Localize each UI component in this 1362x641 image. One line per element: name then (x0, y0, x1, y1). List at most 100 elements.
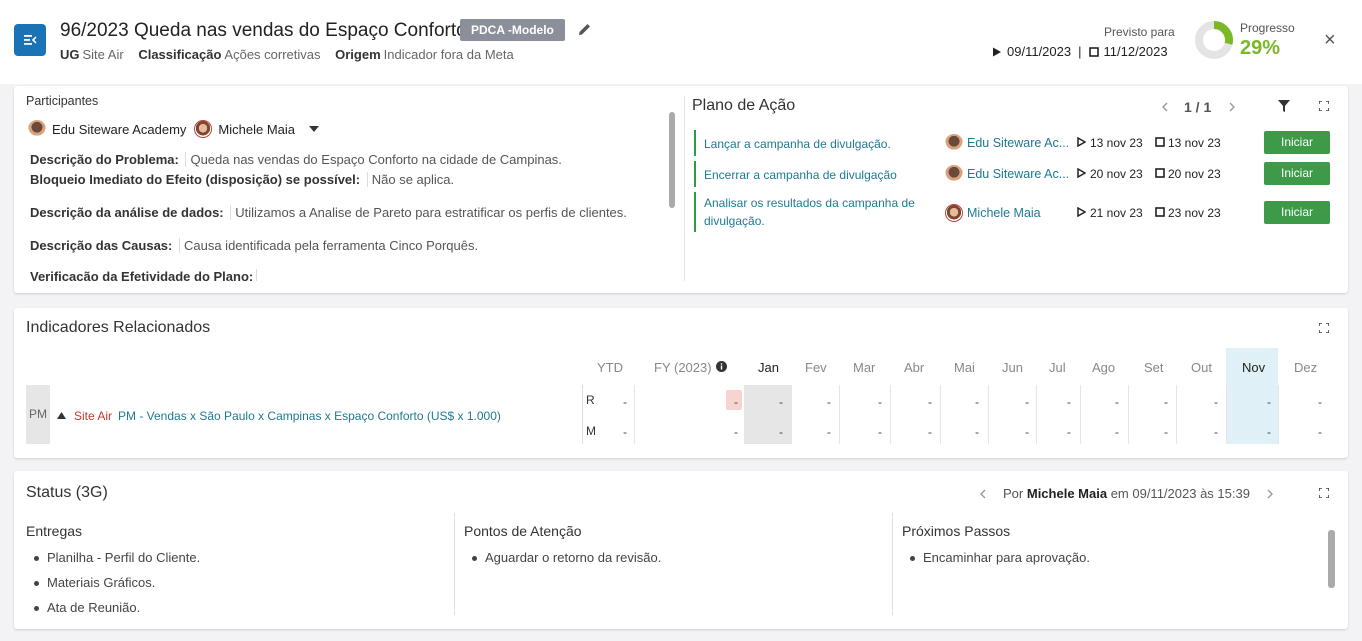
ug-label: UG (60, 47, 80, 62)
indicator-cell[interactable]: - (1067, 395, 1071, 409)
indicator-cell[interactable]: - (928, 425, 932, 439)
close-icon[interactable]: × (1324, 30, 1336, 50)
indicator-cell[interactable]: - (1025, 425, 1029, 439)
plan-pager: 1 / 1 (1184, 99, 1212, 115)
indicator-cell[interactable]: - (1164, 425, 1168, 439)
col-header: Ago (1092, 360, 1116, 375)
expand-icon[interactable] (1319, 101, 1329, 111)
task-link[interactable]: Analisar os resultados da campanha de di… (694, 192, 924, 232)
field-value[interactable]: Queda nas vendas do Espaço Conforto na c… (185, 152, 562, 167)
causes-description: Descrição das Causas: Causa identificada… (30, 238, 479, 253)
indicator-cell[interactable]: - (1214, 425, 1218, 439)
plan-title: Plano de Ação (692, 97, 796, 114)
filter-icon[interactable] (1278, 100, 1290, 112)
expand-icon[interactable] (1319, 323, 1329, 333)
indicator-cell[interactable]: - (1214, 395, 1218, 409)
play-icon (1077, 137, 1086, 147)
col-header: Set (1144, 360, 1164, 375)
grid-divider (1176, 385, 1177, 444)
task-end: 13 nov 23 (1168, 136, 1221, 150)
play-icon (1077, 207, 1086, 217)
chevron-right-icon[interactable] (1266, 489, 1274, 499)
status-author-line: Por Michele Maia em 09/11/2023 às 15:39 (1003, 486, 1250, 501)
row-realized: R (586, 393, 595, 407)
avatar (945, 204, 963, 222)
task-link[interactable]: Lançar a campanha de divulgação. (694, 130, 891, 156)
indicator-cell[interactable]: - (975, 395, 979, 409)
indicator-cell[interactable]: - (623, 425, 627, 439)
field-value[interactable]: Utilizamos a Analise de Pareto para estr… (230, 205, 627, 220)
indicator-cell[interactable]: - (1318, 395, 1322, 409)
start-date: 09/11/2023 (1007, 44, 1072, 59)
task-link[interactable]: Encerrar a campanha de divulgação (694, 161, 897, 187)
indicator-cell[interactable]: - (1267, 425, 1271, 439)
participants-list: Edu Siteware Academy Michele Maia (28, 120, 319, 138)
col-header: Dez (1294, 360, 1318, 375)
indicator-cell[interactable]: - (623, 395, 627, 409)
page-title: 96/2023 Queda nas vendas do Espaço Confo… (60, 20, 467, 41)
task-start: 13 nov 23 (1090, 136, 1143, 150)
stop-icon (1088, 46, 1099, 57)
indicator-cell[interactable]: - (1067, 425, 1071, 439)
stop-icon (1155, 207, 1165, 217)
indicator-cell[interactable]: - (734, 425, 738, 439)
origin-label: Origem (335, 47, 381, 62)
col-header: Jun (1002, 360, 1023, 375)
indicator-cell[interactable]: - (878, 395, 882, 409)
indicator-cell[interactable]: - (779, 395, 783, 409)
task-responsible[interactable]: Edu Siteware Ac... (967, 136, 1069, 150)
start-task-button[interactable]: Iniciar (1264, 131, 1330, 154)
start-task-button[interactable]: Iniciar (1264, 201, 1330, 224)
field-label: Verificação da Efetividade do Plano: (30, 269, 254, 281)
caret-down-icon[interactable] (309, 125, 319, 133)
expand-icon[interactable] (1319, 488, 1329, 498)
chevron-right-icon[interactable] (1228, 102, 1236, 112)
indicator-cell[interactable]: - (779, 425, 783, 439)
field-value[interactable]: Não se aplica. (366, 172, 455, 187)
task-start: 21 nov 23 (1090, 206, 1143, 220)
scrollbar[interactable] (1328, 530, 1335, 588)
task-responsible[interactable]: Michele Maia (967, 206, 1041, 220)
model-badge: PDCA -Modelo (460, 19, 565, 41)
field-value[interactable] (256, 269, 262, 281)
indicator-cell[interactable]: - (1318, 425, 1322, 439)
indicator-cell[interactable]: - (1115, 395, 1119, 409)
play-icon (993, 47, 1001, 56)
indicator-cell[interactable]: - (1164, 395, 1168, 409)
grid-divider (634, 385, 635, 444)
col-header: Fev (805, 360, 827, 375)
indicator-cell[interactable]: - (878, 425, 882, 439)
avatar (194, 120, 213, 138)
attention-list: Aguardar o retorno da revisão. (464, 550, 661, 575)
task-responsible[interactable]: Edu Siteware Ac... (967, 167, 1069, 181)
indicator-cell[interactable]: - (1025, 395, 1029, 409)
problem-description: Descrição do Problema: Queda nas vendas … (30, 152, 562, 167)
list-item: Ata de Reunião. (26, 600, 200, 615)
grid-divider (1278, 385, 1279, 444)
col-header: YTD (597, 360, 623, 375)
participant-name[interactable]: Edu Siteware Academy (52, 122, 186, 137)
indicator-cell[interactable]: - (928, 395, 932, 409)
divider (684, 96, 685, 281)
indicator-cell[interactable]: - (975, 425, 979, 439)
participant-name[interactable]: Michele Maia (218, 122, 295, 137)
indicator-cell[interactable]: - (827, 425, 831, 439)
classification-label: Classificação (138, 47, 222, 62)
collapse-sidebar-button[interactable] (14, 24, 46, 56)
indicator-cell[interactable]: - (827, 395, 831, 409)
start-task-button[interactable]: Iniciar (1264, 162, 1330, 185)
indicator-link[interactable]: PM - Vendas x São Paulo x Campinas x Esp… (118, 409, 501, 423)
indicator-cell[interactable]: - (1115, 425, 1119, 439)
info-icon[interactable] (716, 361, 727, 372)
list-item: Encaminhar para aprovação. (902, 550, 1090, 565)
field-value[interactable]: Causa identificada pela ferramenta Cinco… (178, 238, 479, 253)
scrollbar[interactable] (669, 112, 675, 208)
indicator-cell[interactable]: - (1267, 395, 1271, 409)
list-item: Aguardar o retorno da revisão. (464, 550, 661, 565)
chevron-left-icon[interactable] (979, 489, 987, 499)
divider (892, 513, 893, 615)
stop-icon (1155, 137, 1165, 147)
indicator-cell[interactable]: - (734, 395, 738, 409)
pencil-icon[interactable] (577, 22, 592, 37)
chevron-left-icon[interactable] (1161, 102, 1169, 112)
